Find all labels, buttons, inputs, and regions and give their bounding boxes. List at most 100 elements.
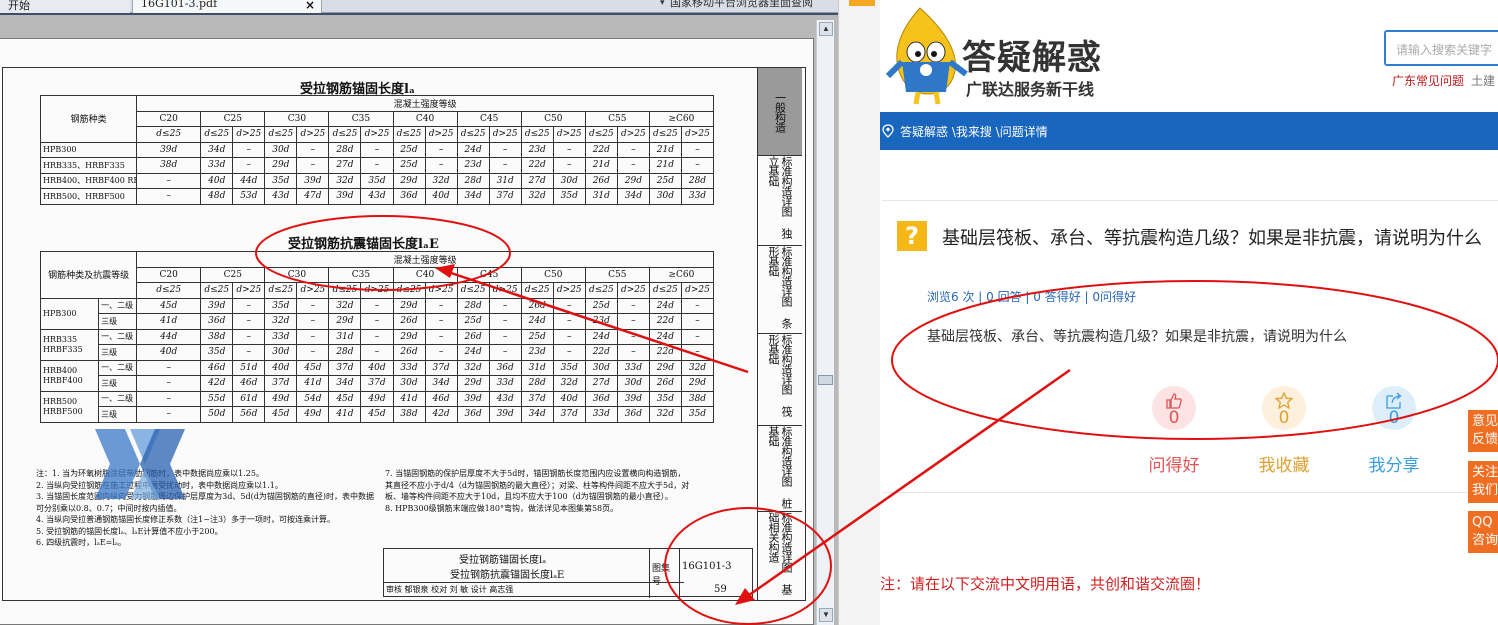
table-cell: 25d [584, 297, 618, 314]
vertical-scrollbar[interactable]: ▲ ▼ [816, 20, 834, 625]
table-cell: 30d [616, 375, 650, 392]
table-cell: 34d [424, 375, 458, 392]
table-cell: – [680, 313, 715, 330]
diameter-header: d≤25 [392, 126, 426, 143]
notes-right: 7. 当锚固钢筋的保护层厚度不大于5d时，锚固钢筋长度范围内应设置横向构造钢筋，… [385, 468, 690, 514]
table-cell: 22d [584, 344, 618, 361]
grade-header: C55 [584, 266, 650, 283]
diameter-header: d>25 [296, 282, 330, 299]
scroll-up-icon[interactable]: ▲ [819, 22, 833, 36]
table-cell: – [232, 328, 266, 345]
index-tab[interactable]: 标准构造详图 筏形基础 [758, 334, 802, 426]
feedback-button[interactable]: 意见反馈 [1468, 410, 1498, 452]
grade-header: C45 [456, 266, 522, 283]
tab-bar: 开始 16G101-3.pdf × ▾ 国家移动平台浏览器里面查阅 [0, 0, 838, 13]
table-cell: 29d [392, 297, 426, 314]
table-cell: 41d [296, 375, 330, 392]
tab-extra-title[interactable]: 国家移动平台浏览器里面查阅 [670, 0, 838, 10]
table-cell: 30d [584, 359, 618, 376]
search-input[interactable]: 请输入搜索关键字 [1384, 30, 1498, 66]
table-cell: 22d [648, 313, 682, 330]
table-cell: 39d [456, 390, 490, 407]
share-button[interactable]: 0 我分享 [1362, 386, 1426, 476]
tab-start[interactable]: 开始 [0, 0, 130, 13]
diameter-header: d>25 [296, 126, 330, 143]
hot-link[interactable]: 土建 [1471, 72, 1495, 89]
qq-consult-button[interactable]: QQ咨询 [1468, 511, 1498, 553]
diameter-header: d>25 [488, 282, 522, 299]
note-line: 8. HPB300级钢筋末端应做180°弯钩，做法详见本图集第58页。 [385, 503, 619, 513]
table-cell: – [680, 141, 715, 158]
table-cell: – [424, 344, 458, 361]
table-cell: 29d [616, 172, 650, 189]
table-cell: 25d [456, 313, 490, 330]
page-number: 59 [714, 584, 727, 595]
index-tab[interactable]: 一般构造 [758, 68, 802, 156]
table-cell: – [680, 328, 715, 345]
table-cell: 36d [392, 188, 426, 205]
question-stats[interactable]: 浏览6 次 | 0 回答 | 0 答得好 | 0问得好 [927, 288, 1136, 305]
table-cell: 41d [328, 406, 362, 423]
table-cell: 55d [200, 390, 234, 407]
table-cell: 28d [328, 344, 362, 361]
table-cell: – [136, 172, 202, 189]
diameter-header: d>25 [424, 282, 458, 299]
table-cell: – [616, 344, 650, 361]
tab-label: 开始 [8, 0, 30, 12]
close-icon[interactable]: × [305, 0, 315, 12]
scroll-down-icon[interactable]: ▼ [819, 608, 833, 622]
grade-header: C35 [328, 266, 394, 283]
table-cell: 45d [296, 359, 330, 376]
good-question-button[interactable]: 0 问得好 [1142, 386, 1206, 476]
table2-title: 受拉钢筋抗震锚固长度lₐE [288, 237, 439, 252]
table-cell: 38d [680, 390, 715, 407]
index-tab[interactable]: 标准构造详图 独立基础 [758, 156, 802, 246]
diameter-header: d≤25 [520, 282, 554, 299]
steel-type: HRB500、HRBF500 [39, 188, 138, 205]
diameter-header: d>25 [616, 126, 650, 143]
table-cell: 32d [520, 188, 554, 205]
table-cell: – [680, 344, 715, 361]
table-cell: 37d [552, 406, 586, 423]
table-cell: – [552, 297, 586, 314]
seismic-level: 三级 [98, 313, 138, 330]
table-cell: – [360, 157, 394, 174]
table-cell: – [296, 313, 330, 330]
table-cell: – [232, 313, 266, 330]
title-block-title1: 受拉钢筋锚固长度lₐ [459, 555, 547, 566]
table-cell: 32d [424, 172, 458, 189]
help-site: 答疑解惑 广联达服务新干线 请输入搜索关键字 广东常见问题 土建 答疑解惑 \我… [880, 0, 1498, 625]
table-cell: 28d [328, 141, 362, 158]
table-cell: 24d [520, 313, 554, 330]
index-tab[interactable]: 标准构造详图 条形基础 [758, 246, 802, 334]
diameter-header: d>25 [552, 282, 586, 299]
table-cell: 29d [392, 328, 426, 345]
nav-bar: 答疑解惑 \我来搜 \问题详情 [880, 112, 1498, 150]
table-cell: 47d [296, 188, 330, 205]
table-cell: 37d [424, 359, 458, 376]
table-cell: – [488, 157, 522, 174]
favorite-button[interactable]: 0 我收藏 [1252, 386, 1316, 476]
index-tab[interactable]: 标准构造详图 桩基础 [758, 426, 802, 512]
chevron-down-icon[interactable]: ▾ [660, 0, 665, 8]
follow-us-button[interactable]: 关注我们 [1468, 461, 1498, 503]
steel-type: HPB300 [39, 141, 138, 158]
index-tab[interactable]: 标准构造详图 基础相关构造 [758, 512, 802, 601]
table-cell: 24d [456, 141, 490, 158]
gap-tab-marker [849, 0, 875, 6]
table-cell: – [616, 313, 650, 330]
diameter-row: d≤25 d≤25 d>25 d≤25 d>25 d≤25 d>25 d≤25 d>25 d≤25… [41, 126, 715, 143]
breadcrumb[interactable]: 答疑解惑 \我来搜 \问题详情 [900, 123, 1048, 140]
table-cell: 38d [392, 406, 426, 423]
action-count: 0 [1278, 408, 1290, 428]
table-cell: 43d [360, 188, 394, 205]
hot-link[interactable]: 广东常见问题 [1392, 72, 1464, 89]
table-cell: 35d [552, 359, 586, 376]
scrollbar-thumb[interactable] [818, 375, 833, 385]
table-cell: 39d [136, 141, 202, 158]
diameter-header: d≤25 [200, 126, 234, 143]
tab-pdf-file[interactable]: 16G101-3.pdf × [132, 0, 322, 13]
table-cell: – [488, 141, 522, 158]
grade-header: C45 [456, 110, 522, 127]
pdf-page: 受拉钢筋锚固长度lₐ 钢筋种类 混凝土强度等级 C20 C25 C30 C35 C40 C45… [0, 38, 814, 625]
